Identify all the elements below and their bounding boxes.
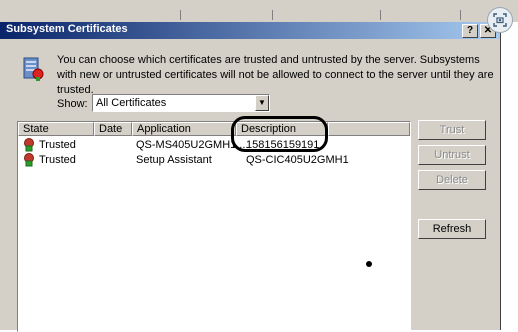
trust-button[interactable]: Trust — [418, 120, 486, 140]
title-bar: Subsystem Certificates ? ✕ — [0, 22, 500, 39]
subsystem-certificates-dialog: Subsystem Certificates ? ✕ You can choos… — [0, 22, 501, 332]
chevron-down-icon[interactable]: ▼ — [255, 95, 269, 111]
certificate-server-icon — [23, 57, 44, 81]
cursor-dot — [366, 261, 372, 267]
window-title: Subsystem Certificates — [6, 23, 128, 35]
row-application: Setup Assistant — [136, 154, 212, 166]
background-divider — [380, 10, 381, 20]
background-divider — [180, 10, 181, 20]
info-text: You can choose which certificates are tr… — [57, 54, 494, 96]
camera-icon — [493, 13, 507, 27]
row-state: Trusted — [39, 139, 76, 151]
background-window-strip — [0, 0, 518, 23]
column-header-application[interactable]: Application — [132, 122, 236, 136]
trusted-certificate-icon — [24, 138, 34, 152]
certificate-list[interactable]: State Date Application Description Trust… — [17, 121, 411, 332]
background-window-edge — [500, 22, 518, 330]
show-dropdown[interactable]: All Certificates ▼ — [92, 94, 270, 112]
show-label: Show: — [57, 98, 88, 110]
row-state: Trusted — [39, 154, 76, 166]
background-divider — [460, 10, 461, 20]
row-description: QS-CIC405U2GMH1 — [246, 154, 349, 166]
table-row[interactable]: Trusted QS-MS405U2GMH1 ... 158156159191 — [18, 138, 410, 153]
refresh-button[interactable]: Refresh — [418, 219, 486, 239]
table-row[interactable]: Trusted Setup Assistant QS-CIC405U2GMH1 — [18, 153, 410, 168]
screenshot-capture-button[interactable] — [487, 7, 513, 33]
show-dropdown-value: All Certificates — [96, 97, 167, 109]
help-button[interactable]: ? — [462, 24, 478, 38]
column-header-filler — [328, 122, 410, 136]
background-divider — [272, 10, 273, 20]
highlight-annotation — [231, 116, 328, 152]
untrust-button[interactable]: Untrust — [418, 145, 486, 165]
column-header-date[interactable]: Date — [94, 122, 132, 136]
column-header-state[interactable]: State — [18, 122, 94, 136]
trusted-certificate-icon — [24, 153, 34, 167]
delete-button[interactable]: Delete — [418, 170, 486, 190]
